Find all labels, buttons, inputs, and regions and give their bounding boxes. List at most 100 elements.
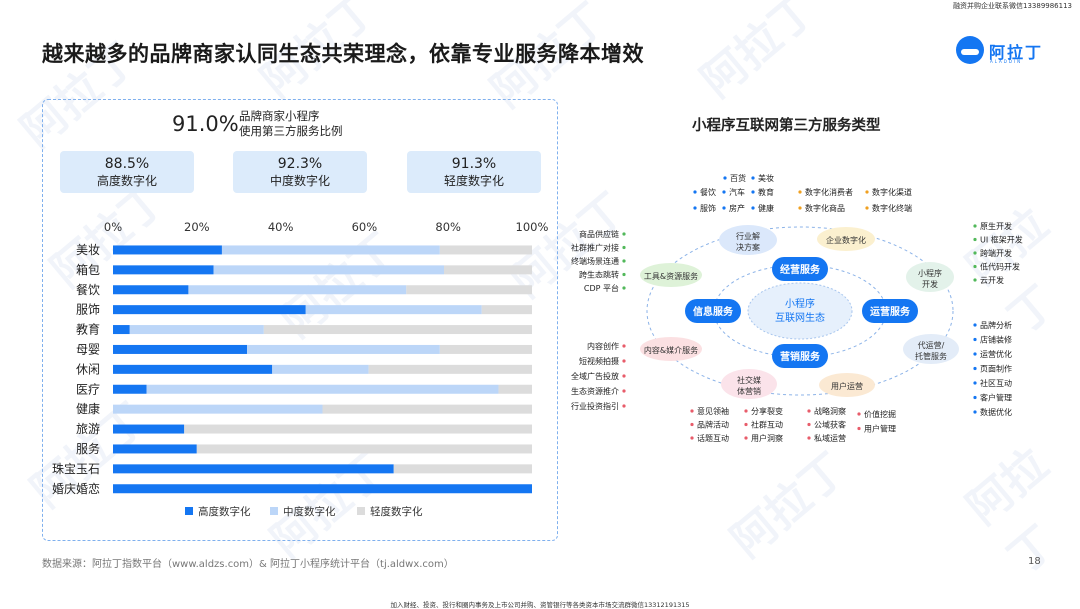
bullet-dot bbox=[973, 264, 977, 269]
bullet-dot bbox=[744, 436, 748, 440]
tag-label: 页面制作 bbox=[980, 364, 1012, 374]
bullet-dot bbox=[973, 395, 977, 400]
outer-node-label: 行业解 bbox=[736, 231, 760, 241]
page-number: 18 bbox=[1028, 556, 1041, 567]
tag-label: 跨生态跳转 bbox=[579, 270, 619, 280]
tag-label: 短视频拍摄 bbox=[579, 356, 619, 366]
bullet-dot bbox=[622, 232, 626, 236]
bullet-dot bbox=[622, 245, 626, 250]
outer-node-label: 开发 bbox=[922, 279, 938, 289]
bullet-dot bbox=[751, 176, 755, 180]
tag-label: 用户管理 bbox=[864, 424, 896, 434]
bullet-dot bbox=[622, 272, 626, 277]
center-node bbox=[747, 282, 853, 340]
tag-label: 内容创作 bbox=[587, 341, 619, 351]
tag-label: 数字化消费者 bbox=[805, 187, 853, 197]
tag-label: 终端场景连通 bbox=[571, 256, 619, 266]
center-label: 小程序 bbox=[785, 297, 815, 310]
tag-label: 全域广告投放 bbox=[571, 371, 619, 381]
tag-label: 低代码开发 bbox=[980, 262, 1020, 272]
outer-node-label: 企业数字化 bbox=[826, 235, 866, 245]
tag-label: 数字化商品 bbox=[805, 203, 845, 213]
bullet-dot bbox=[622, 286, 626, 290]
bullet-dot bbox=[807, 422, 811, 427]
outer-node-label: 代运营/ bbox=[918, 340, 945, 350]
tag-label: 百货 bbox=[730, 173, 746, 183]
tag-label: 社群互动 bbox=[751, 420, 783, 430]
bullet-dot bbox=[973, 237, 977, 242]
bullet-dot bbox=[622, 259, 626, 263]
bullet-dot bbox=[865, 206, 869, 210]
tag-label: 生态资源推介 bbox=[571, 386, 619, 396]
bullet-dot bbox=[722, 190, 726, 194]
outer-node-label: 用户运营 bbox=[831, 381, 863, 391]
bullet-dot bbox=[973, 337, 977, 342]
bullet-dot bbox=[751, 190, 755, 194]
tag-label: 数字化终端 bbox=[872, 203, 912, 213]
bullet-dot bbox=[690, 409, 694, 413]
inner-node-label: 经营服务 bbox=[780, 263, 821, 276]
ecosystem-diagram: 小程序互联网生态 经营服务信息服务 运营服务营销服务 行业解决方案 企业数字化工具&资源… bbox=[571, 173, 1023, 443]
footer-note: 加入财经、投资、投行和圈内事务及上市公司并购、资管银行等各类资本市场交流群微信1… bbox=[390, 601, 690, 609]
tag-label: 店铺装修 bbox=[980, 335, 1012, 345]
tag-label: 私域运营 bbox=[814, 433, 846, 443]
bullet-dot bbox=[690, 422, 694, 427]
bullet-dot bbox=[973, 323, 977, 327]
bullet-dot bbox=[798, 206, 802, 210]
tag-label: CDP 平台 bbox=[584, 283, 619, 293]
bullet-dot bbox=[744, 422, 748, 427]
outer-node-label: 托管服务 bbox=[915, 351, 947, 361]
tag-label: 公域获客 bbox=[814, 420, 846, 430]
tag-label: 行业投资指引 bbox=[571, 401, 619, 411]
tag-label: 品牌活动 bbox=[697, 420, 729, 430]
tag-label: 客户管理 bbox=[980, 393, 1012, 403]
bullet-dot bbox=[973, 381, 977, 385]
bullet-dot bbox=[622, 389, 626, 393]
bullet-dot bbox=[744, 409, 748, 413]
outer-node-label: 工具&资源服务 bbox=[644, 271, 698, 281]
outer-node-label: 社交媒 bbox=[737, 375, 761, 385]
tag-label: 社区互动 bbox=[980, 378, 1012, 388]
tag-label: 运营优化 bbox=[980, 349, 1012, 359]
inner-node-label: 运营服务 bbox=[870, 305, 911, 318]
tag-label: 教育 bbox=[758, 187, 774, 197]
bullet-dot bbox=[857, 412, 861, 416]
inner-node-label: 信息服务 bbox=[693, 305, 734, 318]
bullet-dot bbox=[722, 206, 726, 210]
bullet-dot bbox=[865, 190, 869, 194]
bullet-dot bbox=[693, 206, 697, 210]
data-source: 数据来源：阿拉丁指数平台（www.aldzs.com）& 阿拉丁小程序统计平台（… bbox=[42, 559, 454, 570]
bullet-dot bbox=[973, 278, 977, 282]
tag-label: 社群推广对接 bbox=[571, 243, 619, 253]
tag-label: 餐饮 bbox=[700, 187, 716, 197]
tag-label: 商品供应链 bbox=[579, 229, 619, 239]
tag-label: 话题互动 bbox=[697, 433, 729, 443]
bullet-dot bbox=[973, 224, 977, 228]
outer-node-label: 体营销 bbox=[737, 386, 761, 396]
tag-label: 分享裂变 bbox=[751, 406, 783, 416]
tag-label: 服饰 bbox=[700, 203, 716, 213]
tag-label: 美妆 bbox=[758, 173, 774, 183]
bullet-dot bbox=[973, 410, 977, 414]
outer-node-label: 决方案 bbox=[736, 242, 760, 252]
bullet-dot bbox=[807, 436, 811, 440]
outer-node-label: 内容&媒介服务 bbox=[644, 345, 698, 355]
bullet-dot bbox=[751, 206, 755, 210]
tag-label: 数字化渠道 bbox=[872, 187, 912, 197]
tag-label: 意见领袖 bbox=[697, 406, 729, 416]
tag-label: 房产 bbox=[729, 203, 745, 213]
outer-node-label: 小程序 bbox=[918, 268, 942, 278]
bullet-dot bbox=[798, 190, 802, 194]
bullet-dot bbox=[622, 374, 626, 378]
bullet-dot bbox=[857, 426, 861, 431]
bullet-dot bbox=[723, 176, 727, 180]
tag-label: 云开发 bbox=[980, 275, 1004, 285]
tag-label: 数据优化 bbox=[980, 407, 1012, 417]
bullet-dot bbox=[690, 436, 694, 440]
bullet-dot bbox=[973, 352, 977, 356]
bullet-dot bbox=[973, 366, 977, 371]
tag-label: 战略洞察 bbox=[814, 406, 846, 416]
center-label: 互联网生态 bbox=[775, 311, 825, 324]
tag-label: 健康 bbox=[758, 203, 774, 213]
tag-label: 品牌分析 bbox=[980, 320, 1012, 330]
